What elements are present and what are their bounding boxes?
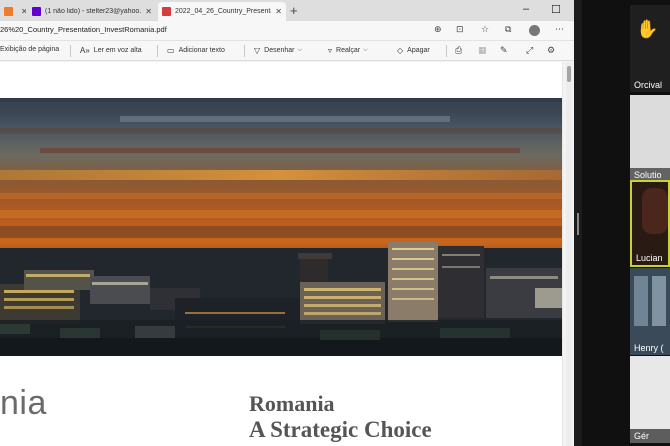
close-icon[interactable]: ✕ xyxy=(145,7,152,16)
add-text-label: Adicionar texto xyxy=(178,47,225,54)
close-icon[interactable]: ✕ xyxy=(21,7,26,16)
toolbar-divider xyxy=(157,45,158,57)
chevron-down-icon[interactable]: ⌵ xyxy=(298,47,303,54)
participant-name: Henry ( xyxy=(634,343,664,353)
eraser-icon: ◇ xyxy=(397,46,404,55)
print-icon[interactable]: ⎙ xyxy=(455,45,462,56)
new-tab-button[interactable]: + xyxy=(290,3,298,18)
pdf-toolbar: Exibição de página A» Ler em voz alta ▭ … xyxy=(0,41,574,61)
highlighter-icon: ▿ xyxy=(328,46,333,55)
participant-tile[interactable]: Solutio xyxy=(630,95,670,182)
erase-label: Apagar xyxy=(407,47,430,54)
screen: ✕ (1 não lido) - stelter23@yahoo.c ✕ 202… xyxy=(0,0,670,446)
highlight-label: Realçar xyxy=(336,47,361,54)
resize-handle[interactable] xyxy=(577,213,579,235)
participant-strip: ✋ Orcival Solutio Lucian Henry ( Gér xyxy=(582,0,670,446)
page-view-label: Exibição de página xyxy=(0,46,60,53)
maximize-button[interactable]: ☐ xyxy=(551,3,561,16)
draw-button[interactable]: ▽ Desenhar ⌵ xyxy=(254,46,302,55)
tab-favicon xyxy=(4,7,13,16)
browser-window: ✕ (1 não lido) - stelter23@yahoo.c ✕ 202… xyxy=(0,0,574,446)
city-skyline-photo xyxy=(0,98,562,356)
zoom-icon[interactable]: ⊕ xyxy=(434,24,442,35)
fullscreen-icon[interactable]: ⤢ xyxy=(526,45,533,56)
participant-tile[interactable]: ✋ Orcival xyxy=(630,5,670,92)
participant-video xyxy=(634,276,648,326)
address-bar: 26%20_Country_Presentation_InvestRomania… xyxy=(0,21,574,41)
toolbar-divider xyxy=(244,45,245,57)
tab-yahoo-mail[interactable]: (1 não lido) - stelter23@yahoo.c ✕ xyxy=(28,2,156,21)
erase-button[interactable]: ◇ Apagar xyxy=(397,46,430,55)
skyline-image xyxy=(0,98,562,356)
save-icon[interactable]: ▦ xyxy=(478,45,487,56)
collections-icon[interactable]: ⧉ xyxy=(505,24,511,35)
mail-favicon-icon xyxy=(32,7,41,16)
slide-partial-word: nia xyxy=(0,384,47,422)
close-icon[interactable]: ✕ xyxy=(275,7,282,16)
toolbar-divider xyxy=(446,45,447,57)
participant-name: Gér xyxy=(634,431,650,441)
slide-title-line-1: Romania xyxy=(249,391,335,416)
pdf-favicon-icon xyxy=(162,7,171,16)
more-menu-icon[interactable]: ⋯ xyxy=(555,24,564,35)
participant-name: Lucian xyxy=(636,253,663,263)
read-aloud-icon: A» xyxy=(80,46,90,55)
text-box-icon: ▭ xyxy=(167,46,175,55)
settings-gear-icon[interactable]: ⚙ xyxy=(547,45,555,56)
read-aloud-label: Ler em voz alta xyxy=(93,47,142,54)
add-text-button[interactable]: ▭ Adicionar texto xyxy=(167,46,225,55)
participant-name: Orcival xyxy=(634,80,663,90)
save-as-icon[interactable]: ✎ xyxy=(500,45,508,56)
slide-title-line-2: A Strategic Choice xyxy=(249,417,432,442)
pdf-viewport: nia Romania A Strategic Choice xyxy=(0,62,563,446)
profile-avatar[interactable] xyxy=(529,25,540,36)
tab-strip: ✕ (1 não lido) - stelter23@yahoo.c ✕ 202… xyxy=(0,0,574,21)
scrollbar-thumb[interactable] xyxy=(567,66,571,82)
participant-tile[interactable]: Henry ( xyxy=(630,268,670,355)
toolbar-divider xyxy=(70,45,71,57)
tab-label: (1 não lido) - stelter23@yahoo.c xyxy=(45,8,142,15)
pdf-page: nia Romania A Strategic Choice xyxy=(0,62,562,446)
participant-tile[interactable]: Gér xyxy=(630,356,670,443)
pen-icon: ▽ xyxy=(254,46,261,55)
draw-label: Desenhar xyxy=(264,47,295,54)
tab-pdf-presentation[interactable]: 2022_04_26_Country_Presentation_ ✕ xyxy=(158,2,286,21)
chevron-down-icon[interactable]: ⌵ xyxy=(363,47,368,54)
tab-partial[interactable]: ✕ xyxy=(0,2,26,21)
read-aloud-button[interactable]: A» Ler em voz alta xyxy=(80,46,142,55)
favorite-star-icon[interactable]: ☆ xyxy=(481,24,489,35)
participant-video xyxy=(652,276,666,326)
page-view-button[interactable]: Exibição de página xyxy=(0,46,59,53)
minimize-button[interactable]: – xyxy=(523,3,529,15)
tab-label: 2022_04_26_Country_Presentation_ xyxy=(175,8,271,15)
pdf-scrollbar[interactable] xyxy=(566,62,572,446)
url-text[interactable]: 26%20_Country_Presentation_InvestRomania… xyxy=(0,25,167,34)
participant-name: Solutio xyxy=(634,170,662,180)
raised-hand-icon: ✋ xyxy=(636,19,659,39)
participant-video xyxy=(642,188,668,234)
read-mode-icon[interactable]: ⊡ xyxy=(456,24,464,35)
highlight-button[interactable]: ▿ Realçar ⌵ xyxy=(328,46,368,55)
participant-tile-active-speaker[interactable]: Lucian xyxy=(630,180,670,267)
